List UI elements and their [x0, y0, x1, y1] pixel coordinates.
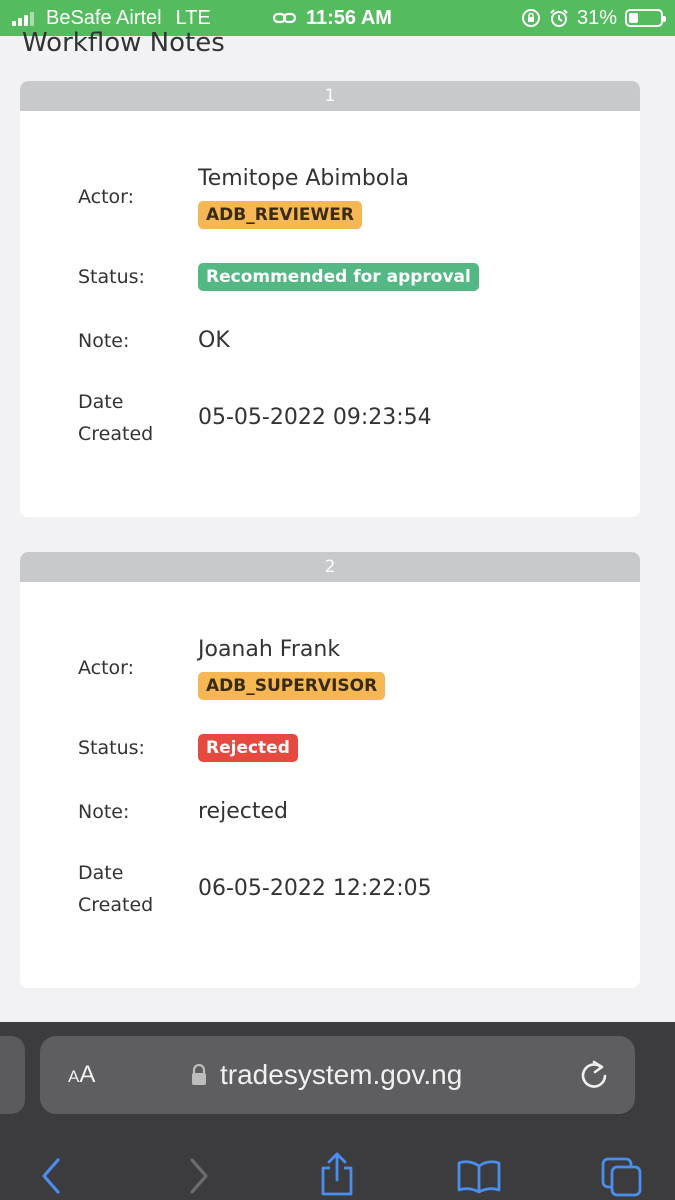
actor-label: Actor: [78, 186, 135, 208]
date-created-label: Date Created [78, 857, 198, 921]
page-title: Workflow Notes [22, 28, 225, 58]
date-created-value: 05-05-2022 09:23:54 [198, 405, 432, 430]
text-size-large-a: A [79, 1061, 96, 1088]
actor-name: Joanah Frank [198, 637, 341, 662]
browser-toolbar [0, 1140, 675, 1200]
reload-icon[interactable] [579, 1058, 611, 1092]
bookmarks-icon[interactable] [456, 1158, 502, 1194]
status-badge: Rejected [198, 734, 298, 762]
workflow-note-card: 1 Actor: Temitope Abimbola ADB_REVIEWER … [20, 81, 640, 517]
date-label-line1: Date [78, 862, 124, 884]
date-label-line2: Created [78, 894, 154, 916]
forward-arrow-icon[interactable] [186, 1156, 212, 1196]
back-arrow-icon[interactable] [38, 1156, 64, 1196]
date-created-value: 06-05-2022 12:22:05 [198, 876, 432, 901]
note-label: Note: [78, 330, 130, 352]
tabs-icon[interactable] [600, 1156, 644, 1198]
date-label-line2: Created [78, 423, 154, 445]
text-size-button[interactable]: AA [68, 1061, 95, 1089]
battery-icon [625, 9, 666, 27]
orientation-lock-icon [521, 9, 540, 27]
status-label: Status: [78, 737, 145, 759]
carrier-name: BeSafe Airtel [46, 6, 162, 29]
role-badge: ADB_SUPERVISOR [198, 672, 386, 700]
address-bar[interactable]: AA tradesystem.gov.ng [40, 1036, 635, 1114]
date-created-label: Date Created [78, 386, 198, 450]
lock-icon [192, 1063, 206, 1085]
card-index: 1 [20, 81, 640, 111]
actor-label: Actor: [78, 657, 135, 679]
note-label: Note: [78, 801, 130, 823]
actor-name: Temitope Abimbola [198, 166, 409, 191]
browser-bottom-bar: AA tradesystem.gov.ng [0, 1022, 675, 1200]
battery-percent: 31% [576, 6, 617, 29]
battery-level [629, 13, 639, 23]
signal-strength-icon [12, 10, 34, 26]
card-index: 2 [20, 552, 640, 582]
clock-time: 11:56 AM [306, 6, 392, 29]
network-type: LTE [175, 6, 211, 29]
url-text[interactable]: tradesystem.gov.ng [220, 1059, 462, 1091]
role-badge: ADB_REVIEWER [198, 201, 362, 229]
note-text: rejected [198, 799, 288, 824]
alarm-icon [550, 9, 568, 27]
workflow-note-card: 2 Actor: Joanah Frank ADB_SUPERVISOR Sta… [20, 552, 640, 988]
text-size-small-a: A [68, 1067, 80, 1086]
status-badge: Recommended for approval [198, 263, 479, 291]
share-icon[interactable] [318, 1150, 356, 1198]
personal-hotspot-icon [272, 12, 297, 24]
note-text: OK [198, 328, 230, 353]
previous-tab-preview[interactable] [0, 1036, 25, 1114]
status-label: Status: [78, 266, 145, 288]
date-label-line1: Date [78, 391, 124, 413]
